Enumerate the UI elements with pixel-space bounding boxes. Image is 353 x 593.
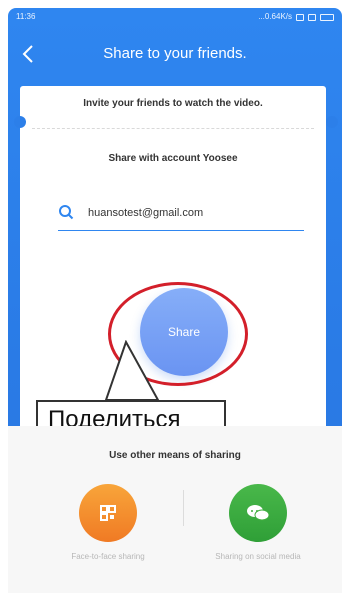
options-divider — [183, 490, 184, 526]
share-card: Invite your friends to watch the video. … — [20, 86, 326, 446]
face-to-face-label: Face-to-face sharing — [71, 552, 145, 561]
callout-pointer — [104, 340, 160, 401]
share-with-account-title: Share with account Yoosee — [108, 153, 238, 164]
page-title: Share to your friends. — [103, 45, 247, 62]
status-icons: ...0.64K/s — [258, 8, 334, 26]
network-speed: ...0.64K/s — [258, 12, 292, 21]
qr-code-icon — [100, 505, 116, 521]
dashed-divider — [32, 128, 314, 129]
card-notch-right — [326, 116, 338, 128]
social-media-circle[interactable] — [229, 484, 287, 542]
email-field[interactable] — [58, 196, 304, 231]
card-notch-left — [14, 116, 26, 128]
status-bar: 11:36 ...0.64K/s — [8, 8, 342, 26]
social-media-option[interactable]: Sharing on social media — [198, 484, 318, 561]
sim-icon — [308, 13, 316, 21]
face-to-face-option[interactable]: Face-to-face sharing — [48, 484, 168, 561]
status-time: 11:36 — [16, 12, 36, 21]
email-input[interactable] — [86, 202, 300, 224]
other-sharing-title: Use other means of sharing — [109, 450, 241, 461]
chat-bubbles-icon — [247, 505, 270, 521]
battery-icon — [320, 13, 334, 21]
wifi-icon — [296, 13, 304, 21]
invite-text: Invite your friends to watch the video. — [83, 98, 263, 109]
social-media-label: Sharing on social media — [215, 552, 301, 561]
other-sharing-panel: Use other means of sharing Face-to-face … — [8, 426, 342, 593]
search-icon — [59, 205, 74, 220]
face-to-face-circle[interactable] — [79, 484, 137, 542]
